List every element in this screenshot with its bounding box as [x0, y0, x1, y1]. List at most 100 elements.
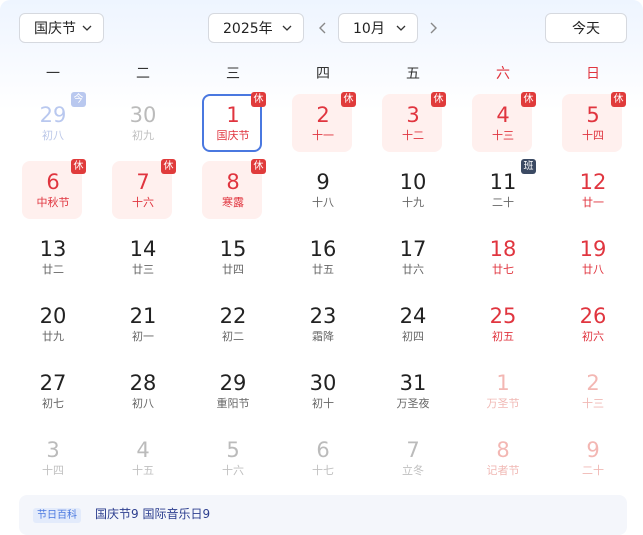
lunar-date: 十九	[402, 196, 424, 209]
lunar-date: 廿八	[582, 263, 604, 276]
day-cell[interactable]: 12 廿一	[548, 158, 638, 225]
day-number: 28	[129, 371, 157, 395]
day-number: 30	[309, 371, 337, 395]
day-cell[interactable]: 4 十三休	[458, 91, 548, 158]
day-cell[interactable]: 10 十九	[368, 158, 458, 225]
lunar-date: 万圣节	[486, 397, 520, 410]
day-cell[interactable]: 28 初八	[98, 359, 188, 426]
day-cell[interactable]: 31 万圣夜	[368, 359, 458, 426]
holiday-select[interactable]: 国庆节	[19, 13, 104, 43]
holiday-info-bar[interactable]: 节日百科 国庆节9 国际音乐日9	[19, 495, 627, 535]
day-cell[interactable]: 8 记者节	[458, 426, 548, 493]
day-number: 24	[399, 304, 427, 328]
day-number: 9	[316, 170, 330, 194]
day-number: 4	[136, 438, 150, 462]
day-cell[interactable]: 5 十六	[188, 426, 278, 493]
lunar-date: 廿一	[582, 196, 604, 209]
lunar-date: 十三	[582, 397, 604, 410]
day-cell[interactable]: 1 万圣节	[458, 359, 548, 426]
day-number: 2	[586, 371, 600, 395]
day-cell[interactable]: 27 初七	[8, 359, 98, 426]
lunar-date: 初九	[132, 129, 154, 142]
chevron-down-icon	[396, 25, 406, 31]
lunar-date: 初一	[132, 330, 154, 343]
lunar-date: 立冬	[402, 464, 424, 477]
calendar-widget: 国庆节 2025年 10月 今天 一 二 三 四 五 六 日 29 初八今 30 初九…	[0, 0, 643, 535]
today-badge: 今	[71, 92, 86, 107]
chevron-left-icon	[319, 22, 326, 34]
calendar-toolbar: 国庆节 2025年 10月 今天	[0, 13, 643, 45]
day-cell[interactable]: 6 十七	[278, 426, 368, 493]
day-number: 29	[219, 371, 247, 395]
day-cell[interactable]: 15 廿四	[188, 225, 278, 292]
day-cell[interactable]: 7 立冬	[368, 426, 458, 493]
lunar-date: 十三	[492, 129, 514, 142]
day-cell[interactable]: 30 初十	[278, 359, 368, 426]
day-number: 26	[579, 304, 607, 328]
day-cell[interactable]: 11 二十班	[458, 158, 548, 225]
day-number: 14	[129, 237, 157, 261]
day-cell[interactable]: 16 廿五	[278, 225, 368, 292]
lunar-date: 初六	[582, 330, 604, 343]
day-cell[interactable]: 8 寒露休	[188, 158, 278, 225]
lunar-date: 十一	[312, 129, 334, 142]
lunar-date: 霜降	[312, 330, 334, 343]
day-cell[interactable]: 25 初五	[458, 292, 548, 359]
rest-day-badge: 休	[251, 159, 266, 174]
day-number: 19	[579, 237, 607, 261]
day-number: 6	[316, 438, 330, 462]
day-cell[interactable]: 6 中秋节休	[8, 158, 98, 225]
day-cell[interactable]: 5 十四休	[548, 91, 638, 158]
day-cell[interactable]: 9 二十	[548, 426, 638, 493]
rest-day-badge: 休	[161, 159, 176, 174]
prev-month-button[interactable]	[314, 19, 332, 37]
lunar-date: 廿四	[222, 263, 244, 276]
lunar-date: 十二	[402, 129, 424, 142]
day-cell[interactable]: 19 廿八	[548, 225, 638, 292]
day-cell[interactable]: 2 十一休	[278, 91, 368, 158]
lunar-date: 初七	[42, 397, 64, 410]
year-select[interactable]: 2025年	[208, 13, 304, 43]
day-number: 16	[309, 237, 337, 261]
day-cell[interactable]: 22 初二	[188, 292, 278, 359]
weekday-label: 四	[316, 66, 330, 82]
day-cell[interactable]: 9 十八	[278, 158, 368, 225]
month-select[interactable]: 10月	[338, 13, 418, 43]
day-cell[interactable]: 1 国庆节休	[188, 91, 278, 158]
weekday-label: 一	[46, 66, 60, 82]
lunar-date: 十八	[312, 196, 334, 209]
day-cell[interactable]: 30 初九	[98, 91, 188, 158]
today-button[interactable]: 今天	[545, 13, 627, 43]
day-cell[interactable]: 14 廿三	[98, 225, 188, 292]
day-number: 17	[399, 237, 427, 261]
chevron-down-icon	[82, 25, 92, 31]
next-month-button[interactable]	[424, 19, 442, 37]
lunar-date: 寒露	[222, 196, 244, 209]
day-cell[interactable]: 17 廿六	[368, 225, 458, 292]
day-cell[interactable]: 21 初一	[98, 292, 188, 359]
day-number: 23	[309, 304, 337, 328]
day-cell[interactable]: 2 十三	[548, 359, 638, 426]
day-cell[interactable]: 3 十四	[8, 426, 98, 493]
lunar-date: 廿九	[42, 330, 64, 343]
lunar-date: 初五	[492, 330, 514, 343]
day-cell[interactable]: 20 廿九	[8, 292, 98, 359]
day-cell[interactable]: 7 十六休	[98, 158, 188, 225]
day-cell[interactable]: 29 重阳节	[188, 359, 278, 426]
lunar-date: 廿五	[312, 263, 334, 276]
info-text[interactable]: 国庆节9 国际音乐日9	[95, 506, 210, 522]
lunar-date: 万圣夜	[396, 397, 430, 410]
day-cell[interactable]: 13 廿二	[8, 225, 98, 292]
weekday-header: 一 二 三 四 五 六 日	[8, 63, 638, 83]
day-cell[interactable]: 4 十五	[98, 426, 188, 493]
lunar-date: 廿六	[402, 263, 424, 276]
day-number: 15	[219, 237, 247, 261]
day-cell[interactable]: 23 霜降	[278, 292, 368, 359]
day-cell[interactable]: 3 十二休	[368, 91, 458, 158]
day-cell[interactable]: 24 初四	[368, 292, 458, 359]
day-cell[interactable]: 18 廿七	[458, 225, 548, 292]
day-cell[interactable]: 26 初六	[548, 292, 638, 359]
day-number: 21	[129, 304, 157, 328]
day-cell[interactable]: 29 初八今	[8, 91, 98, 158]
year-select-value: 2025年	[223, 21, 273, 37]
